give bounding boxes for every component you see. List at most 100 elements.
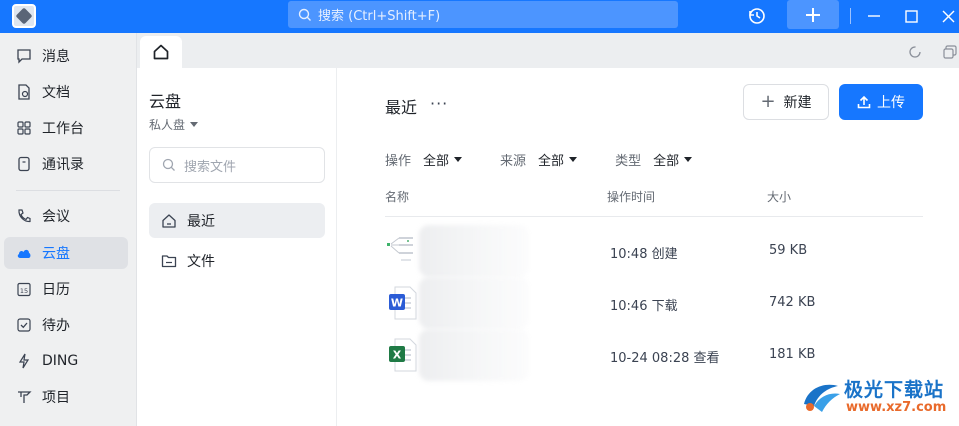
sidebar-item-label: 日历 bbox=[42, 282, 70, 298]
minimize-icon[interactable] bbox=[866, 5, 882, 27]
plus-icon bbox=[806, 7, 820, 22]
refresh-icon[interactable] bbox=[908, 44, 922, 58]
title-bar: 搜索 (Ctrl+Shift+F) bbox=[0, 0, 959, 33]
sidebar-item-label: 消息 bbox=[42, 49, 70, 65]
phone-icon bbox=[16, 208, 32, 224]
more-icon[interactable]: ··· bbox=[430, 94, 448, 113]
file-row[interactable]: W 10:46 下载 742 KB bbox=[385, 277, 923, 329]
message-icon bbox=[16, 48, 32, 64]
sidebar-item-docs[interactable]: 文档 bbox=[4, 76, 128, 108]
cloud-icon bbox=[16, 245, 32, 261]
filter-value: 全部 bbox=[538, 154, 565, 169]
calendar-day: 15 bbox=[20, 287, 28, 295]
upload-button-label: 上传 bbox=[877, 95, 905, 111]
header-divider bbox=[385, 216, 923, 217]
sidebar-item-calendar[interactable]: 15 日历 bbox=[4, 273, 128, 305]
column-header-name[interactable]: 名称 bbox=[385, 188, 409, 205]
file-time: 10-24 08:28 查看 bbox=[610, 351, 720, 366]
chevron-down-icon bbox=[684, 157, 693, 162]
watermark-url: www.xz7.com bbox=[846, 400, 947, 415]
sidebar-item-cloud-drive[interactable]: 云盘 bbox=[4, 237, 128, 269]
drive-selector[interactable]: 私人盘 bbox=[149, 116, 199, 133]
file-size: 59 KB bbox=[769, 243, 808, 258]
sidebar-item-label: 云盘 bbox=[42, 246, 70, 262]
svg-text:X: X bbox=[393, 349, 402, 362]
home-icon bbox=[161, 213, 177, 229]
mindmap-file-icon bbox=[387, 233, 417, 269]
watermark: 极光下载站 www.xz7.com bbox=[798, 372, 954, 420]
filter-label: 来源 bbox=[500, 154, 527, 169]
global-search-input[interactable]: 搜索 (Ctrl+Shift+F) bbox=[288, 1, 678, 28]
sidebar: 消息 文档 工作台 通讯录 会议 云盘 15 日历 待办 DING 项目 bbox=[0, 33, 137, 426]
plus-icon: + bbox=[760, 91, 776, 112]
calendar-icon: 15 bbox=[16, 281, 32, 297]
sidebar-item-label: 工作台 bbox=[42, 121, 84, 137]
filter-value: 全部 bbox=[653, 154, 680, 169]
column-header-time[interactable]: 操作时间 bbox=[607, 188, 655, 205]
page-title: 最近 bbox=[385, 98, 418, 117]
blurred-filename bbox=[419, 225, 529, 277]
add-button[interactable] bbox=[787, 0, 839, 29]
column-header-size[interactable]: 大小 bbox=[767, 188, 791, 205]
sidebar-item-projects[interactable]: 项目 bbox=[4, 381, 128, 413]
todo-check-icon bbox=[16, 317, 32, 333]
close-icon[interactable] bbox=[940, 5, 956, 27]
file-search-input[interactable]: 搜索文件 bbox=[149, 147, 325, 183]
history-icon[interactable] bbox=[746, 5, 768, 27]
filter-operation[interactable]: 操作 全部 bbox=[385, 150, 463, 169]
sidebar-item-label: 通讯录 bbox=[42, 157, 84, 173]
new-button-label: 新建 bbox=[783, 95, 812, 111]
new-button[interactable]: + 新建 bbox=[743, 84, 829, 120]
filter-value: 全部 bbox=[423, 154, 450, 169]
file-size: 742 KB bbox=[769, 295, 816, 310]
search-icon bbox=[162, 158, 175, 171]
sidebar-item-todo[interactable]: 待办 bbox=[4, 309, 128, 341]
watermark-name: 极光下载站 bbox=[844, 379, 945, 401]
sidebar-item-messages[interactable]: 消息 bbox=[4, 40, 128, 72]
drive-panel: 云盘 私人盘 搜索文件 最近 文件 bbox=[137, 68, 337, 426]
sidebar-item-workbench[interactable]: 工作台 bbox=[4, 112, 128, 144]
filter-label: 类型 bbox=[615, 154, 642, 169]
upload-icon bbox=[857, 95, 871, 109]
drive-item-files[interactable]: 文件 bbox=[149, 243, 325, 278]
contacts-icon bbox=[16, 156, 32, 172]
drive-item-label: 文件 bbox=[187, 253, 215, 270]
maximize-icon[interactable] bbox=[903, 5, 919, 27]
file-search-placeholder: 搜索文件 bbox=[184, 159, 237, 175]
sidebar-item-label: 文档 bbox=[42, 85, 70, 101]
watermark-logo-icon bbox=[800, 376, 842, 416]
chevron-down-icon bbox=[454, 157, 463, 162]
blurred-filename bbox=[419, 329, 529, 381]
upload-button[interactable]: 上传 bbox=[839, 84, 923, 120]
file-time: 10:48 创建 bbox=[610, 247, 678, 262]
filter-label: 操作 bbox=[385, 154, 412, 169]
file-time: 10:46 下载 bbox=[610, 299, 678, 314]
title-bar-divider bbox=[850, 8, 851, 24]
file-size: 181 KB bbox=[769, 347, 816, 362]
project-icon bbox=[16, 389, 32, 405]
window-icon[interactable] bbox=[943, 44, 957, 59]
drive-title: 云盘 bbox=[149, 92, 182, 111]
drive-item-recent[interactable]: 最近 bbox=[149, 203, 325, 238]
folder-icon bbox=[161, 253, 177, 269]
blurred-filename bbox=[419, 277, 529, 329]
user-avatar[interactable] bbox=[12, 4, 36, 28]
filter-bar: 操作 全部 来源 全部 类型 全部 bbox=[385, 150, 730, 169]
sidebar-item-label: 项目 bbox=[42, 390, 70, 406]
tab-bar bbox=[137, 33, 959, 68]
chevron-down-icon bbox=[190, 122, 199, 127]
tab-home[interactable] bbox=[140, 36, 182, 68]
filter-source[interactable]: 来源 全部 bbox=[500, 150, 578, 169]
file-row[interactable]: 10:48 创建 59 KB bbox=[385, 225, 923, 277]
sidebar-item-label: 待办 bbox=[42, 318, 70, 334]
drive-selector-label: 私人盘 bbox=[149, 118, 186, 132]
global-search-placeholder: 搜索 (Ctrl+Shift+F) bbox=[318, 9, 441, 24]
sidebar-item-contacts[interactable]: 通讯录 bbox=[4, 148, 128, 180]
sidebar-item-label: 会议 bbox=[42, 209, 70, 225]
lightning-icon bbox=[16, 353, 32, 369]
document-icon bbox=[16, 84, 32, 100]
home-icon bbox=[153, 44, 169, 60]
sidebar-item-ding[interactable]: DING bbox=[4, 345, 128, 377]
sidebar-item-meeting[interactable]: 会议 bbox=[4, 200, 128, 232]
filter-type[interactable]: 类型 全部 bbox=[615, 150, 693, 169]
